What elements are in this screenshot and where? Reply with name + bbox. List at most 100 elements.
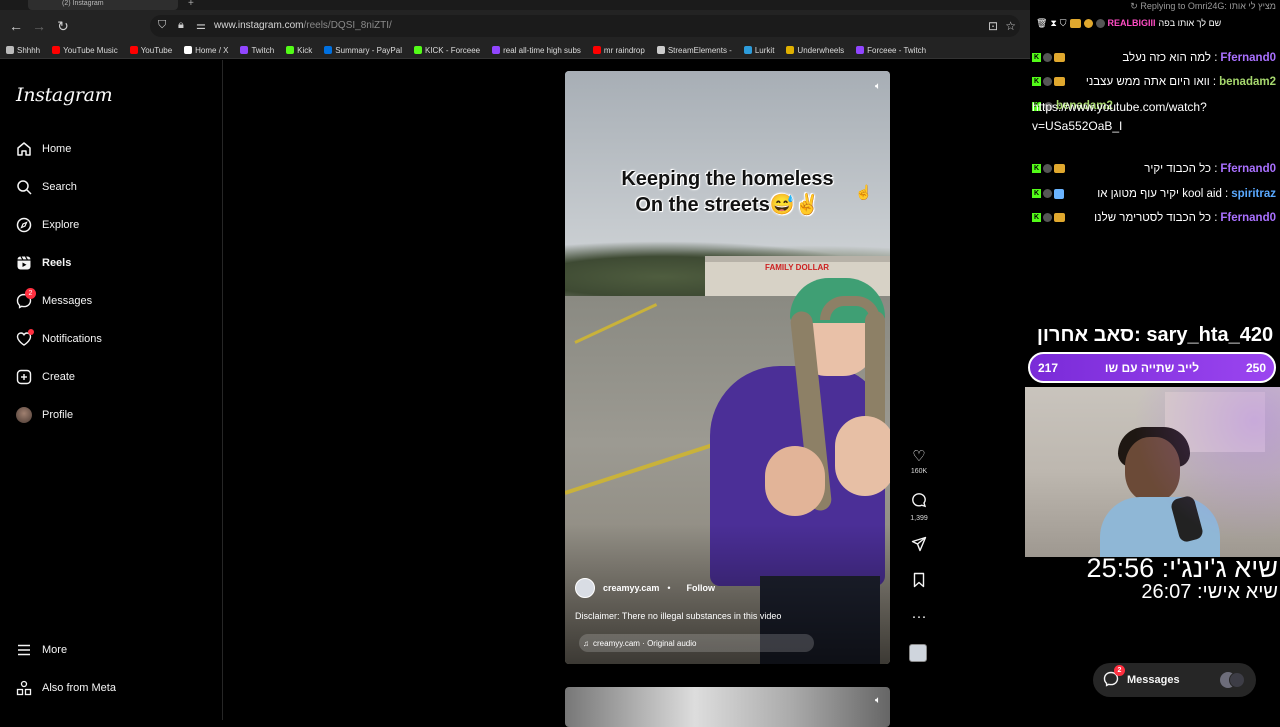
recent-contacts xyxy=(1220,672,1245,688)
bookmark-item[interactable]: Home / X xyxy=(184,46,228,55)
bookmark-item[interactable]: Summary - PayPal xyxy=(324,46,402,55)
sidebar-item-label: Home xyxy=(42,143,72,155)
chat-username[interactable]: spiritraz xyxy=(1231,186,1276,202)
bookmark-favicon-icon xyxy=(743,46,752,54)
bookmark-item[interactable]: KICK - Forceee xyxy=(413,46,480,55)
sidebar-item-label: Create xyxy=(42,371,76,383)
sidebar-item-create[interactable]: Create xyxy=(16,365,75,389)
sidebar-item-search[interactable]: Search xyxy=(16,175,77,199)
bookmark-item[interactable]: Lurkit xyxy=(743,46,774,55)
reel-description[interactable]: Disclaimer: There no illegal substances … xyxy=(575,611,781,621)
status-badge-icon xyxy=(1095,18,1105,28)
reload-icon[interactable]: ↻ xyxy=(52,10,74,42)
status-badge-icon xyxy=(1043,53,1052,62)
trash-icon[interactable]: 🗑︎ xyxy=(1036,18,1047,29)
sidebar-item-label: More xyxy=(42,644,68,656)
avatar xyxy=(16,407,32,423)
chat-text: יקיר עוף מטוגן או kool aid : xyxy=(1097,188,1229,200)
bookmark-favicon-icon xyxy=(184,46,193,54)
bookmark-favicon-icon xyxy=(492,46,501,54)
audio-thumbnail[interactable] xyxy=(909,644,927,662)
chat-badges: K xyxy=(1032,77,1065,86)
install-app-icon[interactable]: ⊡ xyxy=(988,19,998,33)
bookmarks-bar: Shhhh YouTube Music YouTube Home / X Twitch K… xyxy=(0,42,1030,59)
address-bar[interactable]: ⛉ 🔒︎ ⚌ www.instagram.com/reels/DQSI_8niZ… xyxy=(150,15,1020,37)
sidebar-item-profile[interactable]: Profile xyxy=(16,403,73,427)
bookmark-favicon-icon xyxy=(6,46,14,54)
chat-reply-header: ↻ Replying to Omri24G: מציץ לי אותו xyxy=(1130,1,1276,11)
timeout-icon[interactable]: ⧗ xyxy=(1050,18,1056,29)
chat-message: כל הכבוד לסטרימר שלנו : Ffernand0 K xyxy=(1030,210,1276,226)
sidebar-item-reels[interactable]: Reels xyxy=(16,251,71,275)
bookmark-item[interactable]: Forceee - Twitch xyxy=(856,46,926,55)
bookmark-item[interactable]: StreamElements - xyxy=(656,46,732,55)
bookmark-label: Shhhh xyxy=(17,45,41,55)
speaker-icon[interactable]: 🔈︎ xyxy=(875,81,881,92)
reels-icon xyxy=(16,255,32,271)
like-button[interactable]: ♡ 160K xyxy=(904,448,934,475)
bookmark-favicon-icon xyxy=(413,46,422,54)
messages-badge: 2 xyxy=(25,288,36,299)
bookmark-star-icon[interactable]: ☆ xyxy=(1005,19,1016,33)
chat-message: וואו היום אתה ממש עצבני : benadam2 K xyxy=(1030,74,1276,90)
bookmark-label: Underwheels xyxy=(797,45,845,55)
bookmark-item[interactable]: Kick xyxy=(286,46,312,55)
next-reel-video[interactable]: 🔈︎ xyxy=(565,687,890,727)
share-button[interactable] xyxy=(904,536,934,557)
sidebar-item-notifications[interactable]: Notifications xyxy=(16,327,102,351)
sidebar-item-also-from-meta[interactable]: Also from Meta xyxy=(16,676,116,700)
tab-title: (2) Instagram xyxy=(62,0,104,7)
shield-icon[interactable]: ⛉ xyxy=(158,19,166,32)
new-tab-icon[interactable]: + xyxy=(188,0,194,9)
more-options-button[interactable]: ··· xyxy=(904,608,934,626)
comment-button[interactable]: 1,399 xyxy=(904,492,934,522)
author-name[interactable]: creamyy.cam xyxy=(603,583,659,593)
forward-icon[interactable]: → xyxy=(28,10,50,42)
chat-link-message[interactable]: https://www.youtube.com/watch?v=USa552Oa… xyxy=(1032,98,1272,136)
video-hand xyxy=(835,416,890,496)
bookmark-item[interactable]: Underwheels xyxy=(786,46,844,55)
speaker-icon[interactable]: 🔈︎ xyxy=(875,695,881,706)
save-button[interactable] xyxy=(904,572,934,593)
reel-audio[interactable]: ♫ creamyy.cam · Original audio xyxy=(579,634,814,652)
bookmark-item[interactable]: mr raindrop xyxy=(592,46,645,55)
bookmark-item[interactable]: real all-time high subs xyxy=(492,46,581,55)
follow-button[interactable]: Follow xyxy=(687,583,716,593)
caption-line: On the streets😅✌️ xyxy=(635,194,820,216)
bookmark-item[interactable]: Twitch xyxy=(240,46,274,55)
reel-video[interactable]: FAMILY DOLLAR Keeping the homeless On th… xyxy=(565,71,890,664)
bookmark-label: Kick xyxy=(297,45,313,55)
sidebar-item-label: Search xyxy=(42,181,77,193)
status-badge-icon xyxy=(1043,189,1052,198)
chat-username[interactable]: benadam2 xyxy=(1219,74,1276,90)
browser-tab[interactable]: (2) Instagram xyxy=(28,0,178,10)
chat-username[interactable]: Ffernand0 xyxy=(1220,161,1276,177)
caption-line: Keeping the homeless xyxy=(621,168,834,190)
chat-username[interactable]: Ffernand0 xyxy=(1220,210,1276,226)
site-settings-icon[interactable]: ⚌ xyxy=(196,19,206,32)
bookmark-item[interactable]: YouTube xyxy=(129,46,172,55)
url-text[interactable]: www.instagram.com/reels/DQSI_8niZTI/ xyxy=(214,20,392,31)
bookmark-item[interactable]: Shhhh xyxy=(6,46,40,55)
sidebar-item-home[interactable]: Home xyxy=(16,137,71,161)
lock-icon[interactable]: 🔒︎ xyxy=(178,19,184,32)
heart-icon: ♡ xyxy=(912,448,926,465)
sidebar-item-explore[interactable]: Explore xyxy=(16,213,79,237)
like-count: 160K xyxy=(910,468,928,475)
messenger-icon: 2 xyxy=(1103,664,1125,690)
chat-text: כל הכבוד יקיר : xyxy=(1144,163,1218,175)
kick-badge-icon: K xyxy=(1032,77,1041,86)
messages-pill[interactable]: 2 Messages xyxy=(1093,663,1256,697)
bookmark-item[interactable]: YouTube Music xyxy=(52,46,118,55)
instagram-logo[interactable]: Instagram xyxy=(16,84,113,106)
author-avatar[interactable] xyxy=(575,578,595,598)
send-icon xyxy=(904,536,934,557)
chat-reply-message: 🗑︎ ⧗ ⛉ REALBIGIII שם לך אותו בפה xyxy=(1036,16,1280,30)
video-hand xyxy=(765,446,825,516)
sidebar-item-more[interactable]: More xyxy=(16,638,67,662)
back-icon[interactable]: ← xyxy=(5,10,27,42)
sidebar-item-label: Messages xyxy=(42,295,93,307)
music-note-icon: ♫ xyxy=(583,638,589,648)
chat-username[interactable]: Ffernand0 xyxy=(1220,50,1276,66)
sidebar-item-messages[interactable]: 2 Messages xyxy=(16,288,93,313)
